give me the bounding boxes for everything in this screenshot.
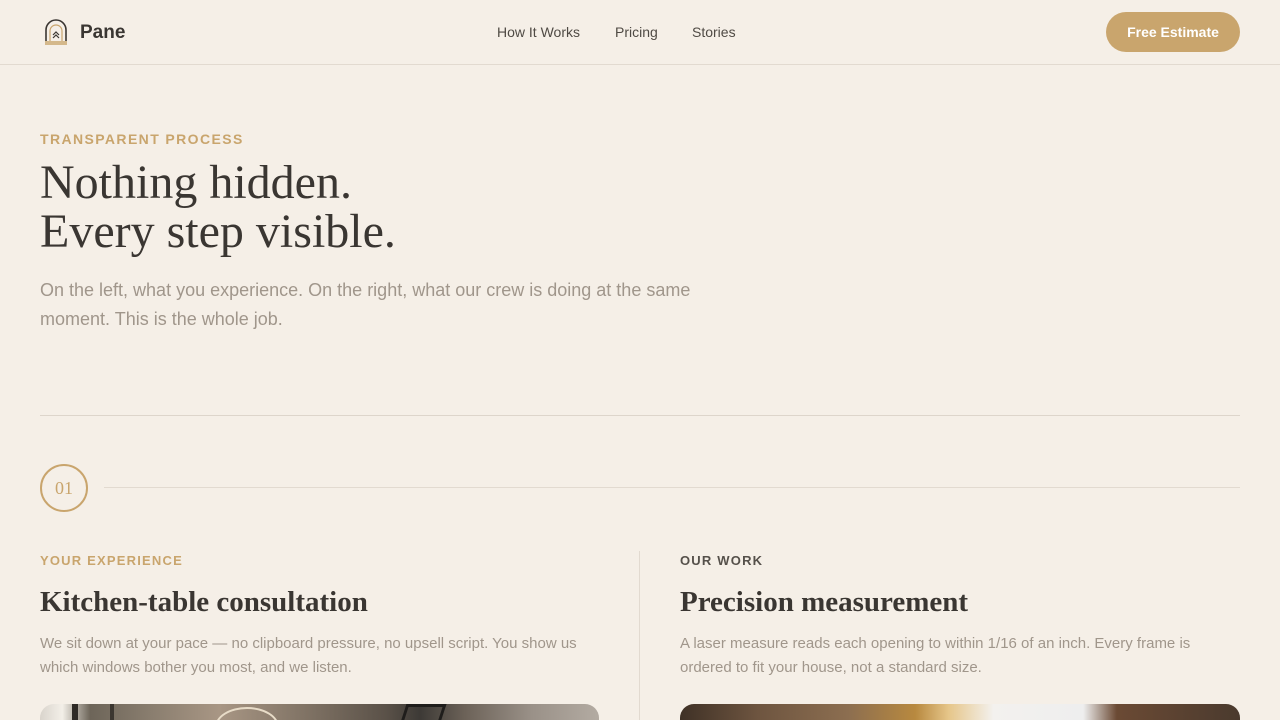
consultation-photo <box>40 704 599 720</box>
photo-detail <box>393 704 447 720</box>
nav-link-how-it-works[interactable]: How It Works <box>497 24 580 40</box>
experience-label: YOUR EXPERIENCE <box>40 553 183 568</box>
work-description: A laser measure reads each opening to wi… <box>680 635 1191 676</box>
column-separator <box>639 551 640 720</box>
photo-detail <box>215 707 279 720</box>
nav-link-stories[interactable]: Stories <box>692 24 736 40</box>
brand-name: Pane <box>80 22 126 43</box>
free-estimate-button[interactable]: Free Estimate <box>1106 12 1240 52</box>
measurement-photo <box>680 704 1240 720</box>
photo-detail <box>72 704 78 720</box>
photo-detail <box>110 704 114 720</box>
experience-description: We sit down at your pace — no clipboard … <box>40 635 577 676</box>
work-label: OUR WORK <box>680 553 764 568</box>
hero-title-line-2: Every step visible. <box>40 205 396 258</box>
hero-eyebrow: TRANSPARENT PROCESS <box>40 131 244 147</box>
hero-subtitle: On the left, what you experience. On the… <box>40 280 691 329</box>
work-title: Precision measurement <box>680 586 969 618</box>
window-arch-logo-icon <box>45 19 67 45</box>
nav-link-pricing[interactable]: Pricing <box>615 24 658 40</box>
step-rule <box>104 487 1240 488</box>
section-divider <box>40 415 1240 416</box>
hero-title-line-1: Nothing hidden. <box>40 156 352 209</box>
hero-title: Nothing hidden. Every step visible. <box>40 158 396 256</box>
site-header: Pane How It Works Pricing Stories Free E… <box>0 0 1280 65</box>
brand-logo[interactable]: Pane <box>44 19 125 45</box>
experience-title: Kitchen-table consultation <box>40 586 368 618</box>
step-number-badge: 01 <box>40 464 88 512</box>
